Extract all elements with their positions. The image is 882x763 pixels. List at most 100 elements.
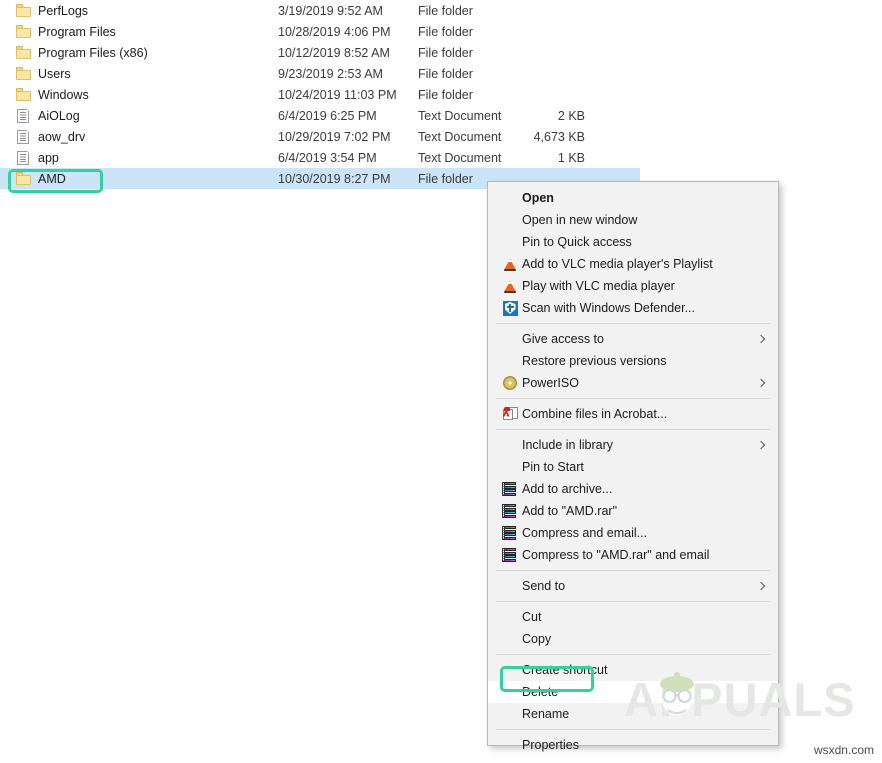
file-row[interactable]: AiOLog 6/4/2019 6:25 PM Text Document 2 KB — [0, 105, 640, 126]
menu-item-icon-slot — [500, 525, 520, 541]
menu-item-rename[interactable]: Rename — [488, 703, 778, 725]
menu-item-label: Add to "AMD.rar" — [522, 504, 618, 518]
text-document-icon — [17, 149, 30, 165]
menu-item-pin-to-start[interactable]: Pin to Start — [488, 456, 778, 478]
file-icon-cell — [14, 128, 32, 144]
chevron-right-icon — [756, 581, 766, 591]
menu-item-open-in-new-window[interactable]: Open in new window — [488, 209, 778, 231]
menu-item-icon-slot — [500, 406, 520, 422]
menu-item-icon-slot — [500, 578, 520, 594]
menu-item-label: Restore previous versions — [522, 354, 667, 368]
file-list: PerfLogs 3/19/2019 9:52 AM File folder Prog… — [0, 0, 640, 189]
file-name: Program Files — [38, 24, 116, 39]
menu-item-icon-slot — [500, 609, 520, 625]
menu-item-label: Include in library — [522, 438, 614, 452]
poweriso-disc-icon — [503, 376, 517, 390]
file-row[interactable]: Windows 10/24/2019 11:03 PM File folder — [0, 84, 640, 105]
winrar-icon — [502, 526, 518, 540]
text-document-icon — [17, 128, 30, 144]
context-menu[interactable]: Open Open in new window Pin to Quick acces… — [487, 181, 779, 752]
menu-item-create-shortcut[interactable]: Create shortcut — [488, 659, 778, 681]
file-icon-cell — [14, 107, 32, 123]
file-name: Windows — [38, 87, 89, 102]
site-credit: wsxdn.com — [813, 743, 874, 757]
menu-separator — [496, 323, 770, 324]
menu-item-icon-slot — [500, 706, 520, 722]
menu-item-icon-slot — [500, 212, 520, 228]
menu-item-add-to-amd-rar[interactable]: Add to "AMD.rar" — [488, 500, 778, 522]
menu-item-label: PowerISO — [522, 376, 579, 390]
file-row[interactable]: app 6/4/2019 3:54 PM Text Document 1 KB — [0, 147, 640, 168]
menu-item-icon-slot — [500, 737, 520, 753]
menu-item-label: Create shortcut — [522, 663, 608, 677]
file-date-modified: 10/12/2019 8:52 AM — [278, 45, 390, 60]
menu-item-icon-slot — [500, 278, 520, 294]
file-date-modified: 10/29/2019 7:02 PM — [278, 129, 391, 144]
menu-item-cut[interactable]: Cut — [488, 606, 778, 628]
menu-item-play-with-vlc-media-player[interactable]: Play with VLC media player — [488, 275, 778, 297]
menu-item-label: Play with VLC media player — [522, 279, 675, 293]
file-date-modified: 9/23/2019 2:53 AM — [278, 66, 383, 81]
winrar-icon — [502, 504, 518, 518]
menu-item-icon-slot — [500, 331, 520, 347]
file-name: AMD — [38, 171, 66, 186]
menu-item-pin-to-quick-access[interactable]: Pin to Quick access — [488, 231, 778, 253]
menu-item-icon-slot — [500, 481, 520, 497]
menu-item-give-access-to[interactable]: Give access to — [488, 328, 778, 350]
file-type: File folder — [418, 87, 473, 102]
menu-item-icon-slot — [500, 631, 520, 647]
menu-item-icon-slot — [500, 353, 520, 369]
file-type: File folder — [418, 45, 473, 60]
menu-item-combine-files-in-acrobat[interactable]: Combine files in Acrobat... — [488, 403, 778, 425]
file-row[interactable]: Program Files (x86) 10/12/2019 8:52 AM Fil… — [0, 42, 640, 63]
folder-icon — [15, 172, 31, 185]
file-name: PerfLogs — [38, 3, 89, 18]
menu-separator — [496, 570, 770, 571]
file-type: Text Document — [418, 150, 502, 165]
file-type: Text Document — [418, 108, 502, 123]
file-icon-cell — [14, 149, 32, 165]
text-document-icon — [17, 107, 30, 123]
menu-item-label: Compress and email... — [522, 526, 648, 540]
file-type: File folder — [418, 66, 473, 81]
file-row[interactable]: Users 9/23/2019 2:53 AM File folder — [0, 63, 640, 84]
menu-item-scan-with-windows-defender[interactable]: Scan with Windows Defender... — [488, 297, 778, 319]
file-date-modified: 6/4/2019 6:25 PM — [278, 108, 377, 123]
file-size: 4,673 KB — [533, 129, 585, 144]
folder-icon — [15, 4, 31, 17]
file-type: File folder — [418, 24, 473, 39]
file-row[interactable]: PerfLogs 3/19/2019 9:52 AM File folder — [0, 0, 640, 21]
menu-item-properties[interactable]: Properties — [488, 734, 778, 756]
file-icon-cell — [14, 46, 32, 59]
menu-item-icon-slot — [500, 662, 520, 678]
menu-item-poweriso[interactable]: PowerISO — [488, 372, 778, 394]
file-date-modified: 3/19/2019 9:52 AM — [278, 3, 383, 18]
menu-item-copy[interactable]: Copy — [488, 628, 778, 650]
menu-item-delete[interactable]: Delete — [488, 681, 778, 703]
menu-item-label: Rename — [522, 707, 570, 721]
file-row[interactable]: aow_drv 10/29/2019 7:02 PM Text Document 4,… — [0, 126, 640, 147]
menu-item-add-to-vlc-media-player-s-playlist[interactable]: Add to VLC media player's Playlist — [488, 253, 778, 275]
menu-item-label: Copy — [522, 632, 552, 646]
file-date-modified: 10/24/2019 11:03 PM — [278, 87, 397, 102]
folder-icon — [15, 25, 31, 38]
file-name: Users — [38, 66, 71, 81]
file-icon-cell — [14, 88, 32, 101]
menu-item-icon-slot — [500, 300, 520, 316]
menu-item-label: Add to archive... — [522, 482, 613, 496]
menu-item-restore-previous-versions[interactable]: Restore previous versions — [488, 350, 778, 372]
menu-item-include-in-library[interactable]: Include in library — [488, 434, 778, 456]
menu-item-compress-to-amd-rar-and-email[interactable]: Compress to "AMD.rar" and email — [488, 544, 778, 566]
chevron-right-icon — [756, 334, 766, 344]
folder-icon — [15, 46, 31, 59]
file-row[interactable]: Program Files 10/28/2019 4:06 PM File fold… — [0, 21, 640, 42]
file-icon-cell — [14, 4, 32, 17]
menu-item-open[interactable]: Open — [488, 187, 778, 209]
menu-separator — [496, 654, 770, 655]
menu-item-send-to[interactable]: Send to — [488, 575, 778, 597]
vlc-cone-icon — [503, 257, 517, 271]
menu-item-icon-slot — [500, 437, 520, 453]
menu-item-label: Scan with Windows Defender... — [522, 301, 695, 315]
menu-item-add-to-archive[interactable]: Add to archive... — [488, 478, 778, 500]
menu-item-compress-and-email[interactable]: Compress and email... — [488, 522, 778, 544]
